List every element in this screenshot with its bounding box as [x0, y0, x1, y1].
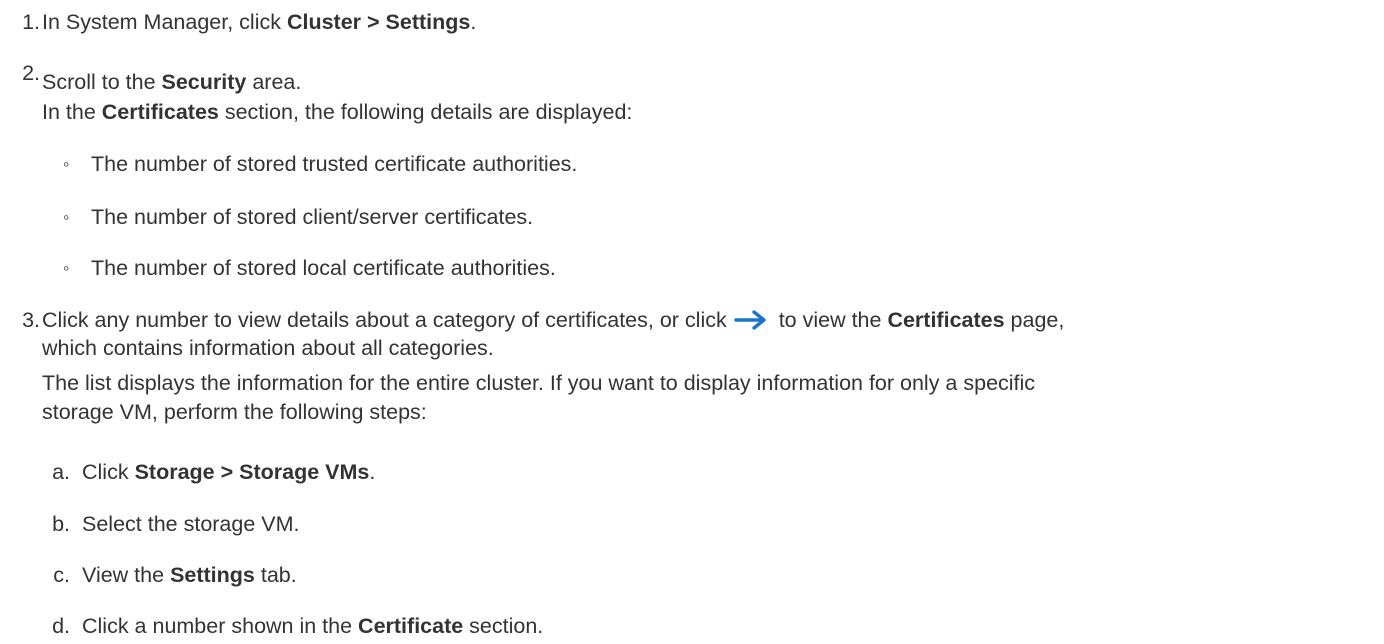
substep-letter: a.	[52, 460, 70, 484]
bullet-icon: ◦	[63, 207, 70, 227]
substep-d: d. Click a number shown in the Certifica…	[42, 610, 1342, 644]
list-item: ◦ The number of stored local certificate…	[63, 252, 1363, 286]
substep-b: b. Select the storage VM.	[42, 508, 1342, 542]
ui-path: Storage > Storage VMs	[134, 460, 370, 484]
substep-c: c. View the Settings tab.	[42, 559, 1342, 593]
arrow-right-icon	[733, 307, 769, 331]
list-item: ◦ The number of stored trusted certifica…	[63, 148, 1363, 182]
step-3: 3. Click any number to view details abou…	[0, 304, 1384, 444]
bullet-icon: ◦	[63, 258, 70, 278]
ui-path: Cluster > Settings	[286, 10, 471, 34]
ui-section-name: Certificates	[101, 100, 219, 124]
step-note-continued: storage VM, perform the following steps:	[42, 400, 427, 424]
step-2: 2. Scroll to the Security area. In the C…	[0, 60, 1384, 140]
substep-letter: c.	[53, 563, 70, 587]
ui-tab-name: Settings	[170, 563, 255, 587]
ui-page-name: Certificates	[887, 308, 1005, 332]
step-text: In System Manager, click Cluster > Setti…	[42, 10, 477, 34]
bullet-icon: ◦	[63, 154, 70, 174]
ui-section-name: Certificate	[358, 614, 464, 638]
step-text-continued: which contains information about all cat…	[42, 336, 494, 360]
ui-area-name: Security	[161, 70, 247, 94]
substep-letter: b.	[52, 512, 70, 536]
substep-letter: d.	[52, 614, 70, 638]
step-text: Scroll to the Security area.	[42, 70, 302, 94]
list-item: ◦ The number of stored client/server cer…	[63, 201, 1363, 235]
step-subtext: In the Certificates section, the followi…	[42, 100, 633, 124]
step-1: 1. In System Manager, click Cluster > Se…	[0, 6, 1384, 40]
substep-a: a. Click Storage > Storage VMs.	[42, 456, 1342, 490]
step-number: 1.	[22, 10, 40, 34]
step-number: 2.	[22, 61, 40, 85]
step-number: 3.	[22, 308, 40, 332]
